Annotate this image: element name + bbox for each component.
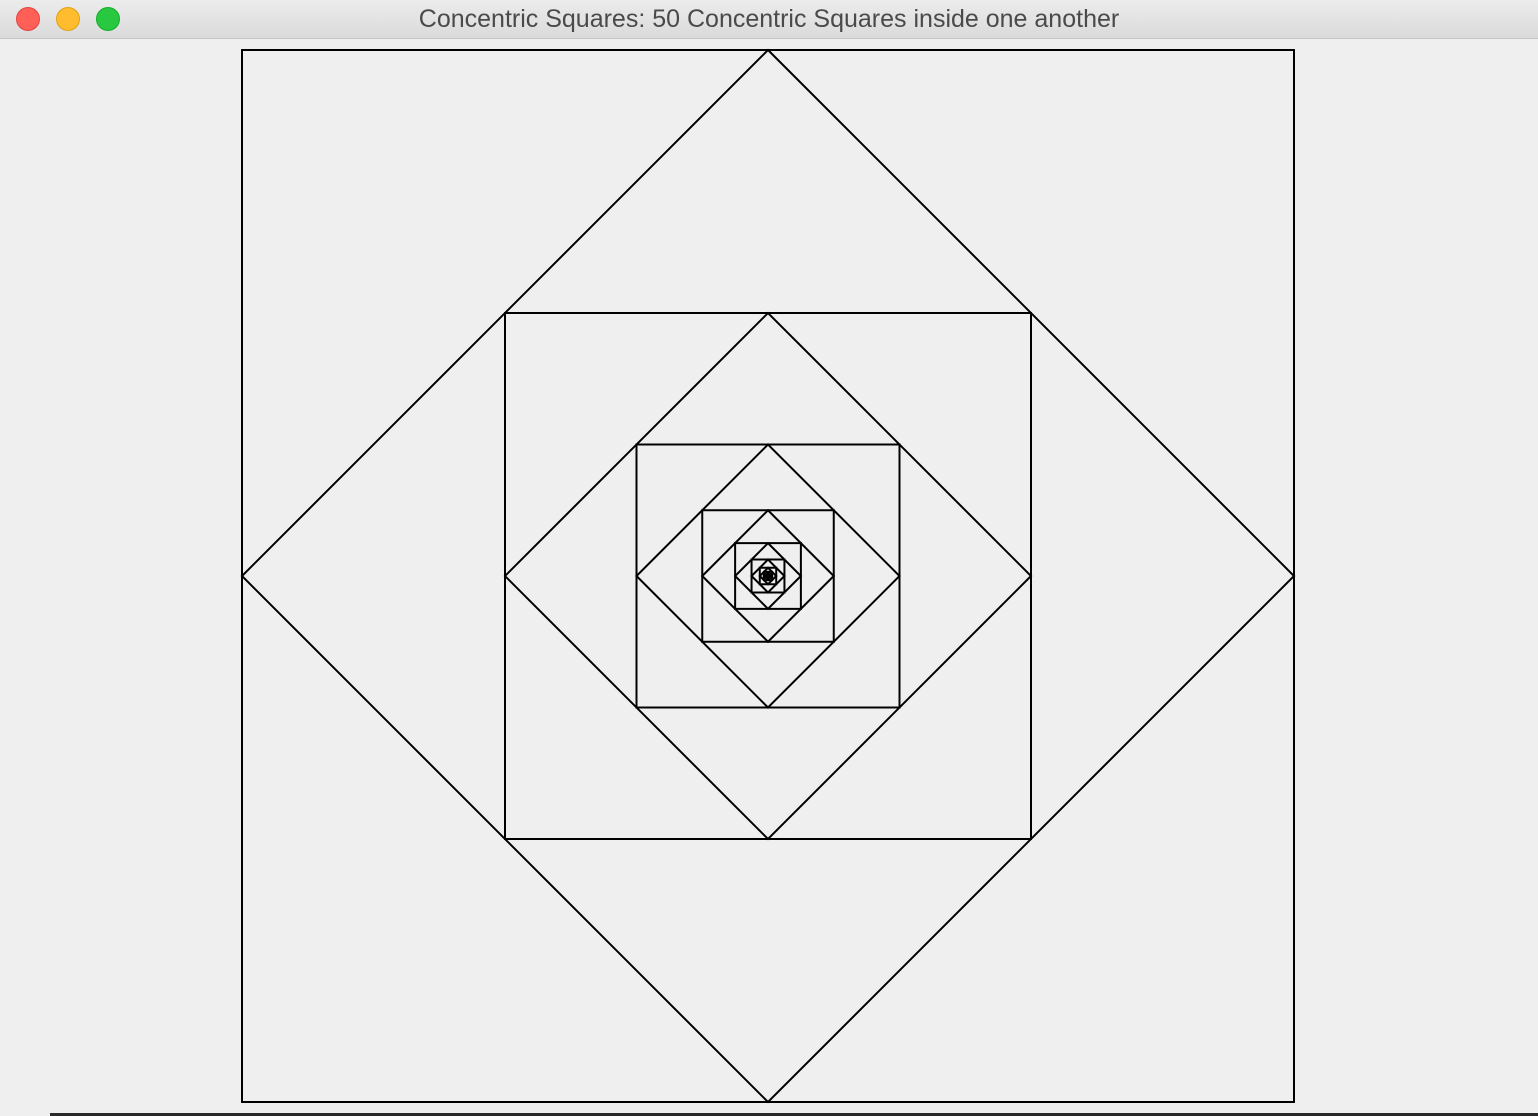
- app-window: Concentric Squares: 50 Concentric Square…: [0, 0, 1538, 1116]
- title-bar[interactable]: Concentric Squares: 50 Concentric Square…: [0, 0, 1538, 39]
- drawing-canvas: [240, 48, 1296, 1104]
- window-title: Concentric Squares: 50 Concentric Square…: [418, 5, 1120, 33]
